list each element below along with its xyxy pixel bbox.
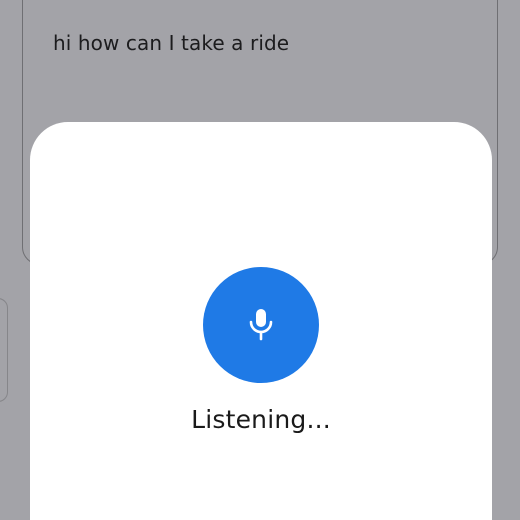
microphone-button[interactable] (203, 267, 319, 383)
screen: hi how can I take a ride Listening... (0, 0, 520, 520)
query-text: hi how can I take a ride (53, 31, 290, 55)
microphone-icon (249, 309, 273, 341)
listening-status: Listening... (191, 405, 331, 434)
voice-input-sheet: Listening... (30, 122, 492, 520)
side-panel-edge (0, 298, 8, 402)
